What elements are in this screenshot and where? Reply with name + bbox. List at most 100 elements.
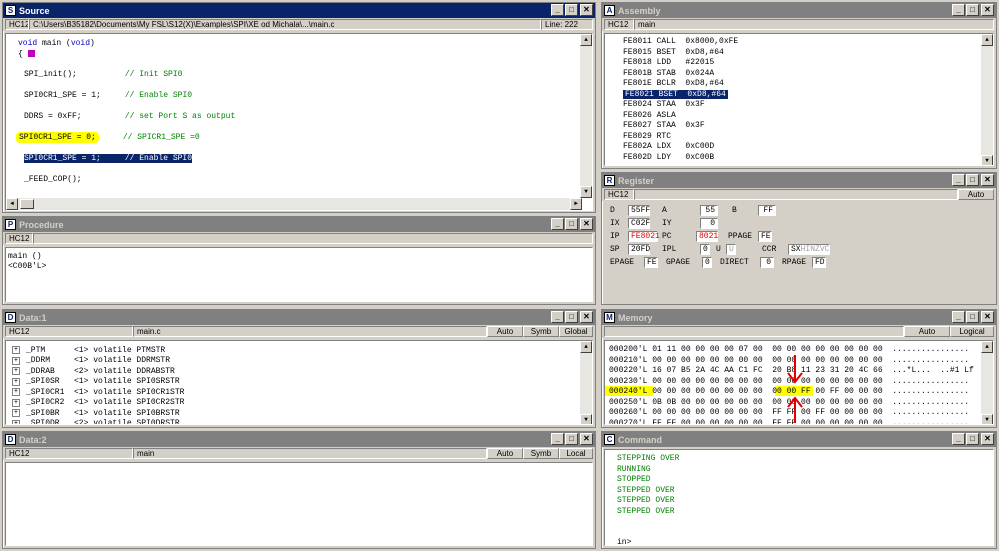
procedure-stack[interactable]: main () <C00B'L> (5, 247, 593, 302)
scroll-up-icon[interactable]: ▲ (981, 341, 993, 353)
assembly-titlebar[interactable]: A Assembly _ □ ✕ (602, 3, 996, 18)
close-button[interactable]: ✕ (981, 311, 994, 323)
memory-mode-button[interactable]: Logical (950, 326, 994, 337)
asm-line[interactable]: FE8029 RTC (623, 132, 671, 141)
asm-line[interactable]: FE8018 LDD #22015 (623, 58, 714, 67)
source-vscrollbar[interactable]: ▲ ▼ (580, 34, 592, 198)
minimize-button[interactable]: _ (551, 218, 564, 230)
reg-value-a[interactable]: 55 (700, 205, 718, 216)
source-hscrollbar[interactable]: ◄ ► (6, 198, 582, 210)
scroll-down-icon[interactable]: ▼ (981, 414, 993, 424)
scroll-up-icon[interactable]: ▲ (580, 341, 592, 353)
asm-line[interactable]: FE8026 ASLA (623, 111, 676, 120)
close-button[interactable]: ✕ (981, 433, 994, 445)
reg-value-ip[interactable]: FE8021 (628, 231, 660, 242)
asm-line[interactable]: FE801E BCLR 0xD8,#64 (623, 79, 724, 88)
variable-row[interactable]: + _SPI0BR <1> volatile SPI0BRSTR (12, 408, 180, 418)
memory-titlebar[interactable]: M Memory _ □ ✕ (602, 310, 996, 325)
procedure-frame[interactable]: main () (8, 252, 42, 261)
asm-line[interactable]: FE8015 BSET 0xD8,#64 (623, 48, 724, 57)
close-button[interactable]: ✕ (981, 174, 994, 186)
variable-row[interactable]: + _SPI0CR1 <1> volatile SPI0CR1STR (12, 387, 184, 397)
reg-value-epage[interactable]: FE (644, 257, 658, 268)
expand-icon[interactable]: + (12, 377, 20, 386)
maximize-button[interactable]: □ (966, 4, 979, 16)
scroll-down-icon[interactable]: ▼ (981, 155, 993, 165)
asm-line[interactable]: FE8024 STAA 0x3F (623, 100, 705, 109)
reg-value-d[interactable]: 55FF (628, 205, 650, 216)
close-button[interactable]: ✕ (580, 4, 593, 16)
minimize-button[interactable]: _ (952, 4, 965, 16)
minimize-button[interactable]: _ (952, 311, 965, 323)
reg-value-rpage[interactable]: FD (812, 257, 826, 268)
scroll-down-icon[interactable]: ▼ (580, 186, 592, 198)
variable-row[interactable]: + _PTM <1> volatile PTMSTR (12, 345, 165, 355)
reg-value-ipl[interactable]: 0 (700, 244, 710, 255)
minimize-button[interactable]: _ (551, 433, 564, 445)
scroll-down-icon[interactable]: ▼ (580, 414, 592, 424)
data2-titlebar[interactable]: D Data:2 _ □ ✕ (3, 432, 595, 447)
data1-scope-button[interactable]: Global (559, 326, 593, 337)
expand-icon[interactable]: + (12, 346, 20, 354)
close-button[interactable]: ✕ (580, 311, 593, 323)
data1-titlebar[interactable]: D Data:1 _ □ ✕ (3, 310, 595, 325)
reg-value-ccr[interactable]: SXHINZVC (788, 244, 830, 255)
data2-variable-list[interactable] (5, 462, 593, 546)
memory-auto-button[interactable]: Auto (904, 326, 950, 337)
assembly-listing[interactable]: FE8011 CALL 0x8000,0xFE FE8015 BSET 0xD8,… (604, 33, 994, 166)
maximize-button[interactable]: □ (966, 311, 979, 323)
asm-line[interactable]: FE801B STAB 0x024A (623, 69, 714, 78)
close-button[interactable]: ✕ (981, 4, 994, 16)
maximize-button[interactable]: □ (565, 311, 578, 323)
variable-row[interactable]: + _SPI0SR <1> volatile SPI0SRSTR (12, 377, 180, 387)
reg-value-iy[interactable]: 0 (700, 218, 718, 229)
expand-icon[interactable]: + (12, 398, 20, 407)
command-console[interactable]: STEPPING OVER RUNNING STOPPED STEPPED OVER S… (604, 449, 994, 546)
reg-value-u[interactable]: U (726, 244, 736, 255)
reg-value-sp[interactable]: 20FD (628, 244, 650, 255)
command-titlebar[interactable]: C Command _ □ ✕ (602, 432, 996, 447)
memory-vscrollbar[interactable]: ▲ ▼ (981, 341, 993, 424)
scroll-right-icon[interactable]: ► (570, 198, 582, 210)
data1-auto-button[interactable]: Auto (487, 326, 523, 337)
asm-line[interactable]: FE802A LDX 0xC00D (623, 142, 714, 151)
hscroll-thumb[interactable] (20, 199, 34, 209)
source-code-area[interactable]: void main (void) { SPI_init(); // Init S… (5, 33, 593, 211)
data2-scope-button[interactable]: Local (559, 448, 593, 459)
expand-icon[interactable]: + (12, 419, 20, 424)
variable-row[interactable]: + _DDRM <1> volatile DDRMSTR (12, 356, 170, 366)
minimize-button[interactable]: _ (551, 4, 564, 16)
variable-row[interactable]: + _SPI0DR <2> volatile SPI0DRSTR (12, 419, 180, 424)
scroll-up-icon[interactable]: ▲ (981, 34, 993, 46)
close-button[interactable]: ✕ (580, 433, 593, 445)
variable-row[interactable]: + _SPI0CR2 <1> volatile SPI0CR2STR (12, 398, 184, 408)
reg-value-direct[interactable]: 0 (760, 257, 774, 268)
asm-line[interactable]: FE8011 CALL 0x8000,0xFE (623, 37, 738, 46)
data1-symb-button[interactable]: Symb (523, 326, 559, 337)
reg-value-ppage[interactable]: FE (758, 231, 772, 242)
minimize-button[interactable]: _ (952, 433, 965, 445)
expand-icon[interactable]: + (12, 388, 20, 396)
breakpoint-marker-icon[interactable] (27, 50, 35, 58)
maximize-button[interactable]: □ (966, 433, 979, 445)
register-titlebar[interactable]: R Register _ □ ✕ (602, 173, 996, 188)
data1-vscrollbar[interactable]: ▲ ▼ (580, 341, 592, 424)
maximize-button[interactable]: □ (565, 4, 578, 16)
maximize-button[interactable]: □ (565, 218, 578, 230)
asm-line[interactable]: FE802D LDY 0xC00B (623, 153, 714, 162)
reg-value-pc[interactable]: 8021 (696, 231, 718, 242)
variable-row[interactable]: + _DDRAB <2> volatile DDRABSTR (12, 366, 175, 376)
minimize-button[interactable]: _ (952, 174, 965, 186)
reg-value-b[interactable]: FF (758, 205, 776, 216)
maximize-button[interactable]: □ (966, 174, 979, 186)
data2-symb-button[interactable]: Symb (523, 448, 559, 459)
data2-auto-button[interactable]: Auto (487, 448, 523, 459)
procedure-titlebar[interactable]: P Procedure _ □ ✕ (3, 217, 595, 232)
asm-line-current[interactable]: FE8021 BSET 0xD8,#64 (623, 89, 728, 99)
expand-icon[interactable]: + (12, 356, 20, 365)
expand-icon[interactable]: + (12, 409, 20, 417)
minimize-button[interactable]: _ (551, 311, 564, 323)
memory-dump[interactable]: 000200'L 01 11 00 00 00 00 07 00 00 00 0… (604, 340, 994, 425)
scroll-left-icon[interactable]: ◄ (6, 198, 18, 210)
reg-value-gpage[interactable]: 0 (702, 257, 712, 268)
